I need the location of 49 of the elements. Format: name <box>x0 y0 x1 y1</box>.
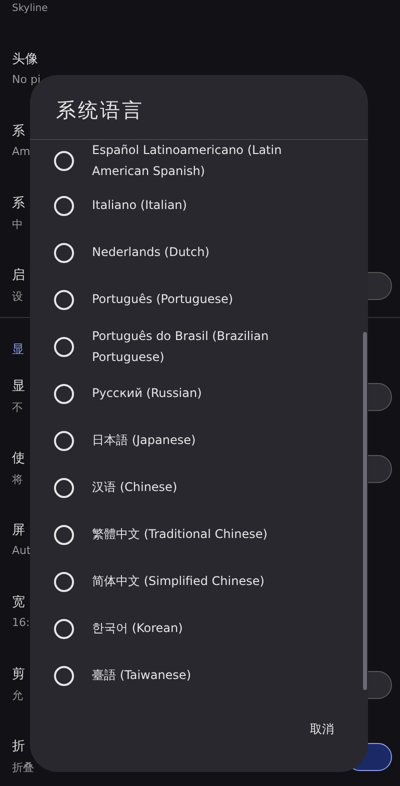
radio-button[interactable] <box>54 196 74 216</box>
setting-subtitle: Am <box>12 145 30 158</box>
language-option[interactable]: 臺語 (Taiwanese) <box>30 652 368 699</box>
setting-title: 启 <box>12 267 25 284</box>
language-option[interactable]: 汉语 (Chinese) <box>30 464 368 511</box>
language-option[interactable]: 한국어 (Korean) <box>30 605 368 652</box>
setting-title: 使 <box>12 450 25 467</box>
dialog-title: 系统语言 <box>56 97 144 124</box>
language-option[interactable]: Português (Portuguese) <box>30 276 368 323</box>
account-name: Skyline <box>12 3 48 14</box>
cancel-button[interactable]: 取消 <box>306 717 338 742</box>
language-option[interactable]: Nederlands (Dutch) <box>30 229 368 276</box>
language-option[interactable]: Español Latinoamericano (Latin American Spanish) <box>30 140 368 182</box>
setting-subtitle: 设 <box>12 289 23 304</box>
setting-subtitle: 不 <box>12 400 23 415</box>
setting-subtitle: 允 <box>12 688 23 703</box>
setting-subtitle: 折叠 <box>12 760 34 775</box>
setting-title: 显 <box>12 378 25 395</box>
radio-button[interactable] <box>54 384 74 404</box>
setting-title: 头像 <box>12 51 38 68</box>
radio-button[interactable] <box>54 242 74 262</box>
language-option[interactable]: Português do Brasil (Brazilian Portuguese) <box>30 323 368 370</box>
setting-title: 折 <box>12 738 25 755</box>
radio-button[interactable] <box>54 478 74 498</box>
language-option[interactable]: 日本語 (Japanese) <box>30 417 368 464</box>
setting-subtitle: No pi <box>12 73 40 86</box>
language-option[interactable]: Italiano (Italian) <box>30 182 368 229</box>
setting-title: 系 <box>12 195 25 212</box>
radio-button[interactable] <box>54 430 74 450</box>
language-option[interactable]: 繁體中文 (Traditional Chinese) <box>30 511 368 558</box>
setting-title: 宽 <box>12 594 25 611</box>
radio-button[interactable] <box>54 336 74 356</box>
language-option[interactable]: Русский (Russian) <box>30 370 368 417</box>
radio-button[interactable] <box>54 572 74 592</box>
radio-button[interactable] <box>54 666 74 686</box>
setting-title: 系 <box>12 123 25 140</box>
setting-subtitle: Aut <box>12 544 31 557</box>
setting-subtitle: 将 <box>12 472 23 487</box>
section-title: 显 <box>12 342 24 356</box>
radio-button[interactable] <box>54 618 74 638</box>
radio-button[interactable] <box>54 151 74 171</box>
setting-subtitle: 16: <box>12 616 30 629</box>
setting-subtitle: 中 <box>12 217 23 232</box>
scrollbar[interactable] <box>363 332 367 690</box>
radio-button[interactable] <box>54 290 74 310</box>
language-option[interactable]: 简体中文 (Simplified Chinese) <box>30 558 368 605</box>
setting-title: 屏 <box>12 522 25 539</box>
setting-title: 剪 <box>12 666 25 683</box>
radio-button[interactable] <box>54 524 74 544</box>
